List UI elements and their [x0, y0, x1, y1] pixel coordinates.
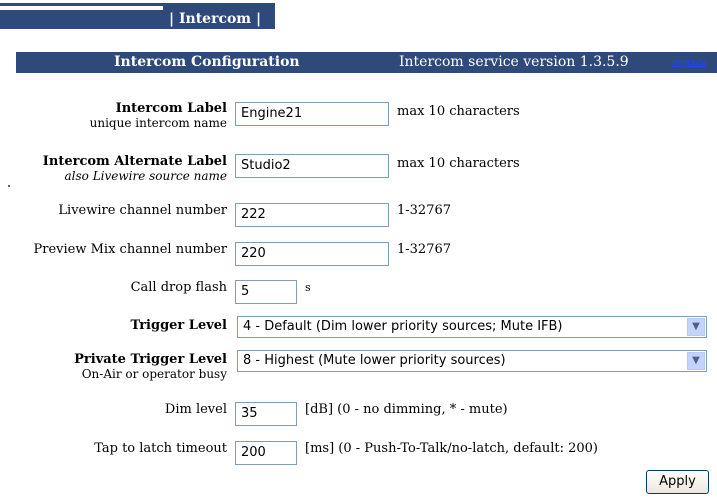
dim-level-note: [dB] (0 - no dimming, * - mute): [305, 402, 508, 417]
private-trigger-level-sublabel: On-Air or operator busy: [81, 367, 227, 381]
trigger-level-caption: Trigger Level: [130, 318, 227, 333]
alternate-label-note: max 10 characters: [397, 156, 520, 171]
trigger-level-value: 4 - Default (Dim lower priority sources;…: [243, 319, 563, 334]
chevron-down-icon[interactable]: ▼: [687, 318, 705, 336]
section-title-bar: Intercom Configuration Intercom service …: [16, 52, 717, 73]
private-trigger-level-select[interactable]: 8 - Highest (Mute lower priority sources…: [237, 350, 707, 372]
tab-intercom[interactable]: | Intercom |: [169, 11, 261, 27]
alternate-label-input[interactable]: Studio2: [235, 154, 389, 178]
intercom-label-title: Intercom Label: [115, 101, 227, 116]
preview-mix-channel-note: 1-32767: [397, 242, 452, 257]
private-trigger-level-caption: Private Trigger Level On-Air or operator…: [74, 352, 227, 381]
intercom-label-sublabel: unique intercom name: [89, 116, 227, 130]
upgrade-link[interactable]: upgrade: [672, 58, 706, 67]
tap-to-latch-label: Tap to latch timeout: [94, 441, 227, 456]
trigger-level-select[interactable]: 4 - Default (Dim lower priority sources;…: [237, 316, 707, 338]
preview-mix-channel-label: Preview Mix channel number: [33, 242, 227, 257]
private-trigger-level-value: 8 - Highest (Mute lower priority sources…: [243, 353, 506, 368]
tap-to-latch-input[interactable]: 200: [235, 441, 297, 465]
call-drop-flash-input[interactable]: 5: [235, 280, 297, 304]
livewire-channel-input[interactable]: 222: [235, 203, 389, 227]
trigger-level-title: Trigger Level: [130, 318, 227, 333]
alternate-label-title: Intercom Alternate Label: [42, 154, 227, 169]
call-drop-flash-unit: s: [305, 281, 311, 294]
tap-to-latch-note: [ms] (0 - Push-To-Talk/no-latch, default…: [305, 441, 598, 456]
service-version: Intercom service version 1.3.5.9: [399, 54, 629, 70]
call-drop-flash-label: Call drop flash: [130, 280, 227, 295]
private-trigger-level-title: Private Trigger Level: [74, 352, 227, 367]
apply-button[interactable]: Apply: [646, 470, 709, 494]
intercom-label-note: max 10 characters: [397, 104, 520, 119]
page-title: Intercom Configuration: [114, 54, 300, 70]
preview-mix-channel-input[interactable]: 220: [235, 242, 389, 266]
intercom-label-caption: Intercom Label unique intercom name: [90, 101, 227, 130]
intercom-label-input[interactable]: Engine21: [235, 102, 389, 126]
alternate-label-sublabel: also Livewire source name: [64, 169, 228, 183]
alternate-label-caption: Intercom Alternate Label also Livewire s…: [43, 154, 227, 183]
livewire-channel-label: Livewire channel number: [58, 203, 227, 218]
nav-spacer: [0, 6, 163, 10]
stray-dot: [8, 185, 10, 187]
dim-level-input[interactable]: 35: [235, 402, 297, 426]
dim-level-label: Dim level: [164, 402, 227, 417]
chevron-down-icon[interactable]: ▼: [687, 352, 705, 370]
livewire-channel-note: 1-32767: [397, 203, 452, 218]
top-nav-bar: | Intercom |: [0, 0, 275, 29]
